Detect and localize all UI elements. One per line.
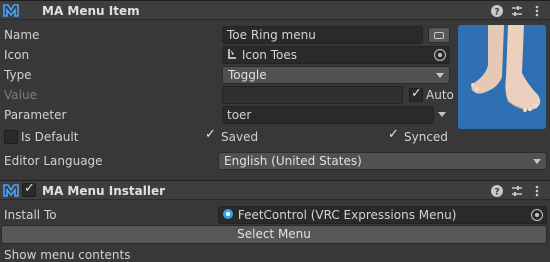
feet-illustration — [458, 25, 546, 129]
install-to-label: Install To — [4, 208, 57, 222]
auto-checkbox[interactable]: ✓ — [409, 86, 423, 102]
type-label: Type — [4, 68, 32, 82]
parameter-label: Parameter — [4, 108, 67, 122]
is-default-label: Is Default — [21, 130, 79, 144]
help-icon[interactable]: ? — [490, 4, 504, 18]
object-picker-icon[interactable] — [434, 49, 446, 61]
more-menu-icon[interactable] — [530, 184, 544, 198]
texture-icon — [228, 49, 236, 59]
editor-language-dropdown[interactable]: English (United States) — [218, 152, 547, 170]
saved-checkbox[interactable]: ✓ — [204, 127, 218, 144]
auto-label: Auto — [426, 88, 454, 102]
help-icon[interactable]: ? — [490, 184, 504, 198]
value-label: Value — [4, 88, 37, 102]
name-field[interactable]: Toe Ring menu — [222, 26, 423, 44]
modular-avatar-logo-icon — [3, 4, 19, 17]
icon-field[interactable]: Icon Toes — [222, 46, 450, 64]
vrc-menu-asset-icon — [223, 209, 233, 219]
chevron-down-icon — [438, 112, 446, 117]
type-dropdown[interactable]: Toggle — [222, 66, 450, 84]
svg-text:?: ? — [494, 8, 499, 18]
saved-label: Saved — [221, 130, 259, 144]
parameter-field[interactable]: toer — [222, 106, 434, 124]
install-to-value: FeetControl (VRC Expressions Menu) — [237, 208, 457, 222]
synced-checkbox[interactable]: ✓ — [387, 127, 401, 144]
icon-value: Icon Toes — [241, 48, 297, 62]
menu-item-header[interactable]: MA Menu Item ? — [0, 0, 550, 20]
installer-enabled-checkbox[interactable]: ✓ — [22, 181, 36, 197]
rename-button[interactable] — [428, 27, 450, 43]
icon-preview-image — [458, 25, 546, 129]
settings-sliders-icon[interactable] — [510, 4, 524, 18]
editor-language-label: Editor Language — [4, 154, 103, 168]
select-menu-button[interactable]: Select Menu — [1, 225, 547, 244]
chevron-down-icon — [436, 73, 444, 78]
type-value: Toggle — [228, 68, 267, 82]
icon-label: Icon — [4, 48, 30, 62]
svg-text:?: ? — [494, 188, 499, 198]
parameter-dropdown-button[interactable] — [434, 106, 450, 124]
editor-language-value: English (United States) — [224, 154, 362, 168]
modular-avatar-logo-icon — [3, 184, 19, 197]
show-menu-contents-foldout[interactable]: Show menu contents — [4, 248, 131, 262]
menu-installer-header[interactable]: ✓ MA Menu Installer ? — [0, 180, 550, 200]
chevron-down-icon — [533, 159, 541, 164]
value-field[interactable] — [222, 86, 403, 104]
object-picker-icon[interactable] — [531, 209, 543, 221]
menu-item-title: MA Menu Item — [42, 4, 140, 18]
synced-label: Synced — [404, 130, 448, 144]
menu-installer-title: MA Menu Installer — [42, 184, 166, 198]
more-menu-icon[interactable] — [530, 4, 544, 18]
name-label: Name — [4, 28, 40, 42]
is-default-checkbox[interactable] — [4, 130, 18, 144]
install-to-field[interactable]: FeetControl (VRC Expressions Menu) — [218, 206, 547, 224]
settings-sliders-icon[interactable] — [510, 184, 524, 198]
